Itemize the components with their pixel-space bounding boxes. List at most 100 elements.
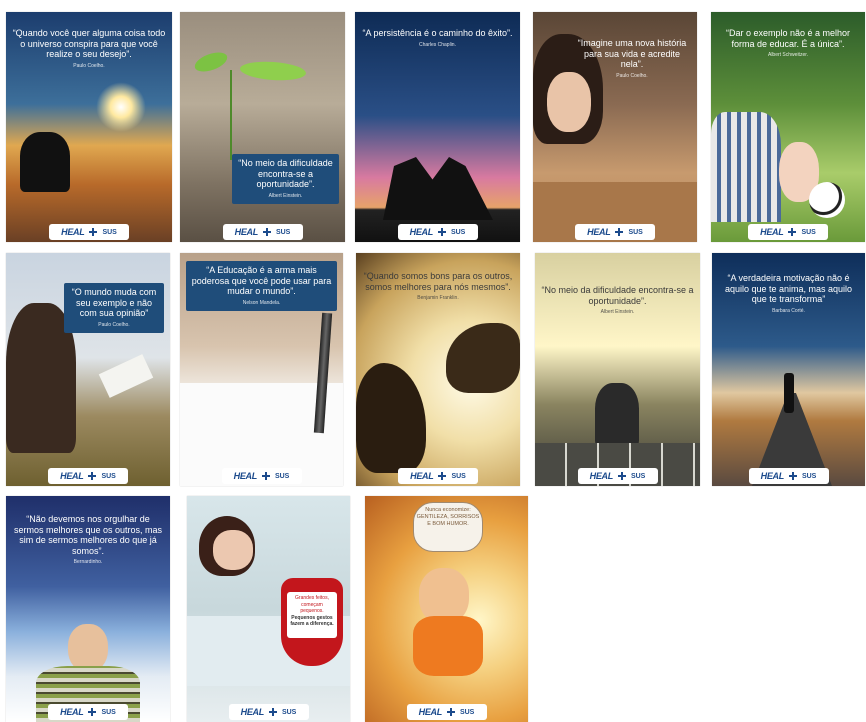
poster-quote: “A persistência é o caminho do êxito”. [362, 28, 513, 38]
sus-cross-icon [88, 708, 97, 716]
sus-cross-icon [89, 228, 98, 236]
sus-cross-icon [617, 472, 626, 480]
sus-logo: SUS [628, 228, 643, 236]
poster-footer: HEAL SUS [397, 224, 478, 240]
poster-author: Paulo Coelho. [73, 62, 105, 69]
sprout-stem [230, 70, 232, 160]
poster-4[interactable]: “Imagine uma nova história para sua vida… [533, 12, 697, 242]
heal-logo: HEAL [410, 471, 434, 481]
sus-cross-icon [268, 708, 277, 716]
runner-silhouette [595, 383, 639, 447]
heal-logo: HEAL [234, 227, 259, 237]
poster-quote: “Imagine uma nova história para sua vida… [577, 38, 687, 69]
poster-5[interactable]: “Dar o exemplo não é a melhor forma de e… [711, 12, 865, 242]
heal-logo: HEAL [233, 471, 258, 481]
poster-quote: “O mundo muda com seu exemplo e não com … [71, 287, 157, 318]
poster-quote: “Dar o exemplo não é a melhor forma de e… [725, 28, 851, 49]
poster-author: Paulo Coelho. [98, 321, 130, 328]
open-book-icon [98, 354, 154, 398]
poster-quote: “No meio da dificuldade encontra-se a op… [541, 285, 694, 306]
sus-logo: SUS [630, 472, 646, 480]
father-shirt [711, 112, 781, 222]
hand-left-silhouette [356, 363, 426, 473]
sus-cross-icon [262, 228, 271, 236]
sus-logo: SUS [275, 228, 291, 236]
sus-logo: SUS [450, 228, 466, 236]
sus-logo: SUS [451, 472, 466, 480]
poster-author: Benjamin Franklin. [417, 295, 459, 301]
sun-glow [96, 82, 146, 132]
blood-bag-subtitle: Grandes feitos, começam pequenos. [295, 595, 329, 614]
helping-hand-silhouette [383, 157, 493, 220]
poster-footer: HEAL SUS [48, 468, 128, 484]
sus-cross-icon [446, 708, 455, 716]
poster-12[interactable]: Grandes feitos, começam pequenos. Pequen… [187, 496, 350, 722]
sprout-leaf-right [239, 59, 307, 83]
sus-cross-icon [88, 472, 97, 480]
poster-quote: “Quando você quer alguma coisa todo o un… [12, 28, 166, 59]
sus-cross-icon [615, 228, 624, 236]
poster-footer: HEAL SUS [748, 468, 829, 484]
poster-2[interactable]: “No meio da dificuldade encontra-se a op… [180, 12, 345, 242]
poster-quote: “Quando somos bons para os outros, somos… [363, 271, 513, 292]
walker-silhouette [784, 373, 794, 413]
poster-author: Barbara Corté. [772, 307, 805, 314]
poster-footer: HEAL SUS [222, 224, 303, 240]
badge-frame: Nunca economize: GENTILEZA, SORRISOS E B… [413, 502, 483, 552]
sus-cross-icon [788, 228, 797, 236]
heal-logo: HEAL [587, 227, 611, 237]
poster-footer: HEAL SUS [228, 704, 309, 720]
poster-author: Paulo Coelho. [616, 72, 648, 79]
heal-logo: HEAL [409, 227, 434, 237]
poster-footer: HEAL SUS [577, 468, 658, 484]
heal-logo: HEAL [60, 707, 84, 717]
badge-text: Nunca economize: GENTILEZA, SORRISOS E B… [416, 507, 480, 527]
soccer-ball-icon [809, 182, 845, 218]
poster-author: Albert Einstein. [268, 192, 303, 199]
heal-logo: HEAL [61, 227, 85, 237]
poster-6[interactable]: “O mundo muda com seu exemplo e não com … [6, 253, 170, 486]
heal-logo: HEAL [418, 707, 443, 717]
poster-10[interactable]: “A verdadeira motivação não é aquilo que… [712, 253, 865, 486]
sus-logo: SUS [274, 472, 290, 480]
poster-11[interactable]: “Não devemos nos orgulhar de sermos melh… [6, 496, 170, 722]
poster-author: Albert Einstein. [600, 309, 635, 315]
poster-quote: “No meio da dificuldade encontra-se a op… [238, 158, 333, 189]
poster-footer: HEAL SUS [748, 224, 828, 240]
woman-face [213, 530, 253, 570]
poster-8[interactable]: “Quando somos bons para os outros, somos… [356, 253, 520, 486]
poster-footer: HEAL SUS [575, 224, 655, 240]
sus-logo: SUS [101, 708, 116, 716]
sus-logo: SUS [102, 228, 117, 236]
poster-footer: HEAL SUS [49, 224, 129, 240]
blood-bag-label: Grandes feitos, começam pequenos. Pequen… [287, 592, 337, 638]
sus-logo: SUS [281, 708, 297, 716]
poster-9[interactable]: “No meio da dificuldade encontra-se a op… [535, 253, 700, 486]
poster-3[interactable]: “A persistência é o caminho do êxito”. Ch… [355, 12, 520, 242]
poster-footer: HEAL SUS [48, 704, 128, 720]
sus-cross-icon [788, 472, 797, 480]
poster-7[interactable]: “A Educação é a arma mais poderosa que v… [180, 253, 343, 486]
poster-footer: HEAL SUS [406, 704, 487, 720]
hand-right-silhouette [446, 323, 520, 393]
sus-cross-icon [438, 472, 447, 480]
poster-quote: “Não devemos nos orgulhar de sermos melh… [13, 514, 163, 556]
poster-author: Albert Schweitzer. [767, 52, 809, 58]
sus-cross-icon [261, 472, 270, 480]
child-shirt [413, 616, 483, 676]
climber-silhouette [20, 132, 70, 192]
sus-logo: SUS [459, 708, 475, 716]
poster-1[interactable]: “Quando você quer alguma coisa todo o un… [6, 12, 172, 242]
sus-logo: SUS [801, 228, 816, 236]
poster-footer: HEAL SUS [398, 468, 478, 484]
blood-bag-text: Pequenos gestos fazem a diferença. [290, 614, 334, 628]
poster-author: Nelson Mandela. [242, 299, 281, 306]
poster-13[interactable]: Nunca economize: GENTILEZA, SORRISOS E B… [365, 496, 528, 722]
sus-cross-icon [437, 228, 446, 236]
girl-face [547, 72, 591, 132]
poster-quote: “A verdadeira motivação não é aquilo que… [724, 273, 853, 304]
poster-author: Bernardinho. [73, 559, 103, 565]
heal-logo: HEAL [589, 471, 614, 481]
sus-logo: SUS [801, 472, 817, 480]
poster-author: Charles Chaplin. [419, 41, 456, 48]
